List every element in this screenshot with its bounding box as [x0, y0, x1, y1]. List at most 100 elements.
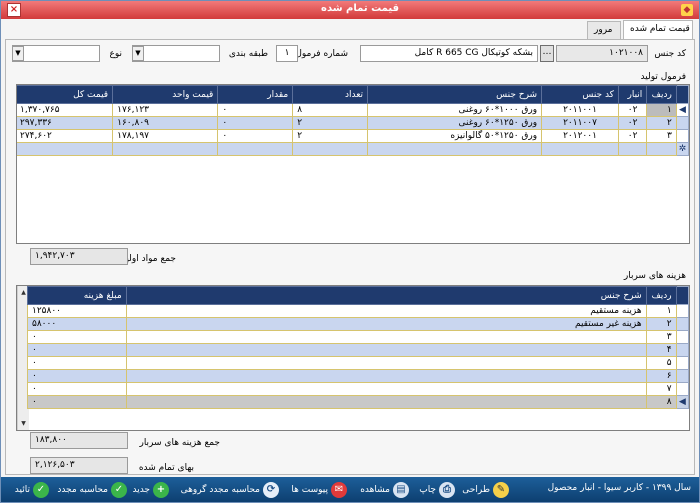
cell[interactable] — [125, 369, 647, 383]
cell[interactable]: ۸ — [645, 395, 677, 409]
cell[interactable]: ۴ — [645, 343, 677, 357]
overhead-grid[interactable]: ▲ ▼ مبلغ هزینه شرح جنس ردیف ۱۲۵۸۰۰ هزینه… — [16, 285, 690, 431]
new-row[interactable]: ✲ — [17, 142, 689, 156]
table-row[interactable]: ۰ ۵ — [27, 356, 689, 370]
cell[interactable]: ۲ — [645, 317, 677, 331]
cell[interactable]: ۰ — [27, 330, 127, 344]
table-row[interactable]: ۱,۳۷۰,۷۶۵ ۱۷۶,۱۲۳ ۰ ۸ ورق ۱۰۰۰*۶۰ روغنی … — [17, 103, 689, 117]
table-row[interactable]: ۰ ۸ ◀ — [27, 395, 689, 409]
lookup-button[interactable]: … — [540, 45, 554, 62]
cell[interactable]: ۰ — [27, 356, 127, 370]
cell[interactable]: ۰ — [217, 129, 294, 143]
table-row[interactable]: ۰ ۶ — [27, 369, 689, 383]
scroll-down-icon[interactable]: ▼ — [18, 418, 29, 429]
cell[interactable]: ۱۷۶,۱۲۳ — [112, 103, 219, 117]
col-expense-amount[interactable]: مبلغ هزینه — [27, 286, 127, 305]
cell[interactable] — [217, 142, 294, 156]
col-quantity[interactable]: مقدار — [217, 85, 294, 104]
cell[interactable]: ۲۰۱۱۰۰۷ — [541, 116, 619, 130]
product-code-field[interactable]: ۱۰۲۱۰۰۸ — [556, 45, 648, 62]
cell[interactable] — [292, 142, 369, 156]
formula-number-field[interactable]: ۱ — [276, 45, 298, 62]
cell[interactable]: ۰۲ — [617, 129, 648, 143]
cell[interactable]: ۱,۳۷۰,۷۶۵ — [17, 103, 114, 117]
cell[interactable]: ۱ — [645, 304, 677, 318]
cell[interactable]: هزینه غیر مستقیم — [125, 317, 647, 331]
cell[interactable]: ۰۲ — [617, 103, 648, 117]
cell[interactable]: ۳ — [646, 129, 677, 143]
table-row[interactable]: ۵۸۰۰۰ هزینه غیر مستقیم ۲ — [27, 317, 689, 331]
cell[interactable]: ۰ — [27, 343, 127, 357]
cell[interactable]: ۳ — [645, 330, 677, 344]
cell[interactable]: ۰ — [27, 382, 127, 396]
cell[interactable] — [125, 356, 647, 370]
cell[interactable]: ۲۰۱۱۰۰۱ — [541, 103, 619, 117]
cell[interactable]: ۵ — [645, 356, 677, 370]
view-button[interactable]: ▤ مشاهده — [360, 481, 409, 498]
type-field[interactable] — [12, 45, 100, 62]
table-row[interactable]: ۰ ۷ — [27, 382, 689, 396]
col-row[interactable]: ردیف — [645, 286, 677, 305]
cell[interactable]: ۲۹۷,۳۳۶ — [17, 116, 114, 130]
cell[interactable]: ۲ — [292, 129, 369, 143]
cell[interactable] — [646, 142, 677, 156]
cell[interactable]: ۰ — [217, 103, 294, 117]
col-unit-price[interactable]: قیمت واحد — [112, 85, 219, 104]
cell[interactable] — [367, 142, 543, 156]
table-row[interactable]: ۱۲۵۸۰۰ هزینه مستقیم ۱ — [27, 304, 689, 318]
cell[interactable] — [541, 142, 619, 156]
cell[interactable]: ۶ — [645, 369, 677, 383]
col-description[interactable]: شرح جنس — [125, 286, 647, 305]
cell[interactable] — [112, 142, 219, 156]
cell[interactable]: ۵۸۰۰۰ — [27, 317, 127, 331]
cell[interactable]: ۱۲۵۸۰۰ — [27, 304, 127, 318]
cell[interactable]: ۲۰۱۲۰۰۱ — [541, 129, 619, 143]
cell[interactable]: ۰ — [27, 395, 127, 409]
cell[interactable]: ورق ۱۲۵۰*۶۰ روغنی — [367, 116, 543, 130]
table-row[interactable]: ۰ ۳ — [27, 330, 689, 344]
cell[interactable]: ۰ — [217, 116, 294, 130]
col-row[interactable]: ردیف — [646, 85, 677, 104]
table-row[interactable]: ۲۹۷,۳۳۶ ۱۶۰,۸۰۹ ۰ ۲ ورق ۱۲۵۰*۶۰ روغنی ۲۰… — [17, 116, 689, 130]
cell[interactable]: ۲۷۴,۶۰۲ — [17, 129, 114, 143]
cell[interactable]: ۱۷۸,۱۹۷ — [112, 129, 219, 143]
cell[interactable]: هزینه مستقیم — [125, 304, 647, 318]
tab-browse[interactable]: مرور — [587, 21, 621, 39]
cell[interactable]: ورق ۱۲۵۰*۵۰ گالوانیزه — [367, 129, 543, 143]
cell[interactable]: ورق ۱۰۰۰*۶۰ روغنی — [367, 103, 543, 117]
chevron-down-icon[interactable]: ▼ — [132, 46, 144, 61]
chevron-down-icon[interactable]: ▼ — [12, 46, 24, 61]
cell[interactable] — [125, 330, 647, 344]
production-grid[interactable]: قیمت کل قیمت واحد مقدار تعداد شرح جنس کد… — [16, 84, 690, 244]
col-total-price[interactable]: قیمت کل — [17, 85, 114, 104]
cell[interactable] — [125, 395, 647, 409]
cell[interactable]: ۰۲ — [617, 116, 648, 130]
cell[interactable]: ۱۶۰,۸۰۹ — [112, 116, 219, 130]
col-count[interactable]: تعداد — [292, 85, 369, 104]
confirm-button[interactable]: ✓ تائید — [15, 481, 49, 498]
col-description[interactable]: شرح جنس — [367, 85, 543, 104]
design-button[interactable]: ✎ طراحی — [462, 481, 509, 498]
table-row[interactable]: ۲۷۴,۶۰۲ ۱۷۸,۱۹۷ ۰ ۲ ورق ۱۲۵۰*۵۰ گالوانیز… — [17, 129, 689, 143]
classification-field[interactable] — [132, 45, 220, 62]
col-product-code[interactable]: کد جنس — [541, 85, 619, 104]
attachments-button[interactable]: ✉ پیوست ها — [291, 481, 347, 498]
cell[interactable]: ۰ — [27, 369, 127, 383]
cell[interactable]: ۲ — [646, 116, 677, 130]
new-button[interactable]: + جدید — [132, 481, 169, 498]
print-button[interactable]: ⎙ چاپ — [419, 481, 455, 498]
recalc-button[interactable]: ✓ محاسبه مجدد — [57, 481, 127, 498]
tab-final-price[interactable]: قیمت تمام شده — [623, 20, 693, 39]
group-recalc-button[interactable]: ⟳ محاسبه مجدد گروهی — [181, 481, 279, 498]
cell[interactable]: ۸ — [292, 103, 369, 117]
table-row[interactable]: ۰ ۴ — [27, 343, 689, 357]
cell[interactable] — [17, 142, 114, 156]
cell[interactable] — [125, 382, 647, 396]
cell[interactable] — [617, 142, 648, 156]
cell[interactable]: ۱ — [646, 103, 677, 117]
col-warehouse[interactable]: انبار — [617, 85, 648, 104]
close-icon[interactable]: × — [7, 3, 21, 17]
cell[interactable]: ۷ — [645, 382, 677, 396]
cell[interactable] — [125, 343, 647, 357]
cell[interactable]: ۲ — [292, 116, 369, 130]
